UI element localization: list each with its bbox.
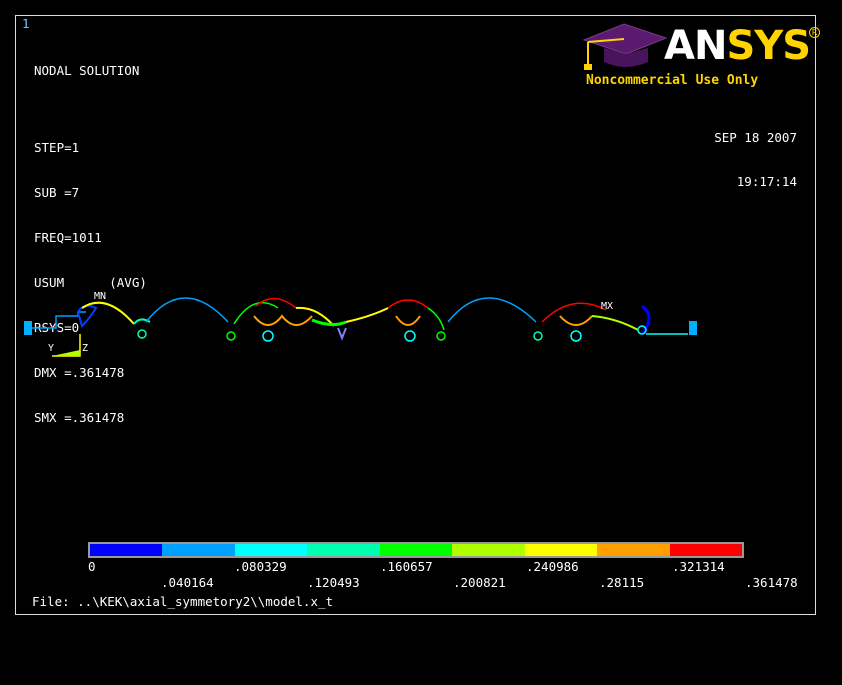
legend-label: 0: [88, 559, 96, 574]
legend-swatch-3: [234, 544, 308, 556]
legend-swatch-5: [379, 544, 453, 556]
legend-label: .28115: [599, 575, 645, 590]
legend-swatch-2: [162, 544, 235, 556]
legend-label: .040164: [161, 575, 214, 590]
deformed-model-contour-plot: [24, 297, 697, 357]
left-flange: [24, 321, 32, 335]
legend-swatch-8: [597, 544, 670, 556]
legend-swatch-9: [669, 544, 742, 556]
legend-swatch-4: [307, 544, 380, 556]
legend-label: .361478: [745, 575, 798, 590]
triad-z-label: Z: [82, 343, 89, 354]
right-flange: [689, 321, 697, 335]
legend-swatch-1: [90, 544, 163, 556]
legend-label: .240986: [526, 559, 579, 574]
graphics-viewport: 1 NODAL SOLUTION STEP=1 SUB =7 FREQ=1011…: [15, 15, 820, 615]
triad-y-label: Y: [48, 343, 55, 354]
legend-swatch-6: [452, 544, 525, 556]
legend-label: .200821: [453, 575, 506, 590]
legend-label: .080329: [234, 559, 287, 574]
min-marker: MN: [94, 291, 107, 302]
legend-label: .160657: [380, 559, 433, 574]
contour-legend-bar: [88, 542, 744, 558]
legend-label: .120493: [307, 575, 360, 590]
file-path-line: File: ..\KEK\axial_symmetory2\\model.x_t: [32, 594, 334, 609]
legend-label: .321314: [672, 559, 725, 574]
max-marker: MX: [601, 301, 614, 312]
legend-swatch-7: [524, 544, 598, 556]
